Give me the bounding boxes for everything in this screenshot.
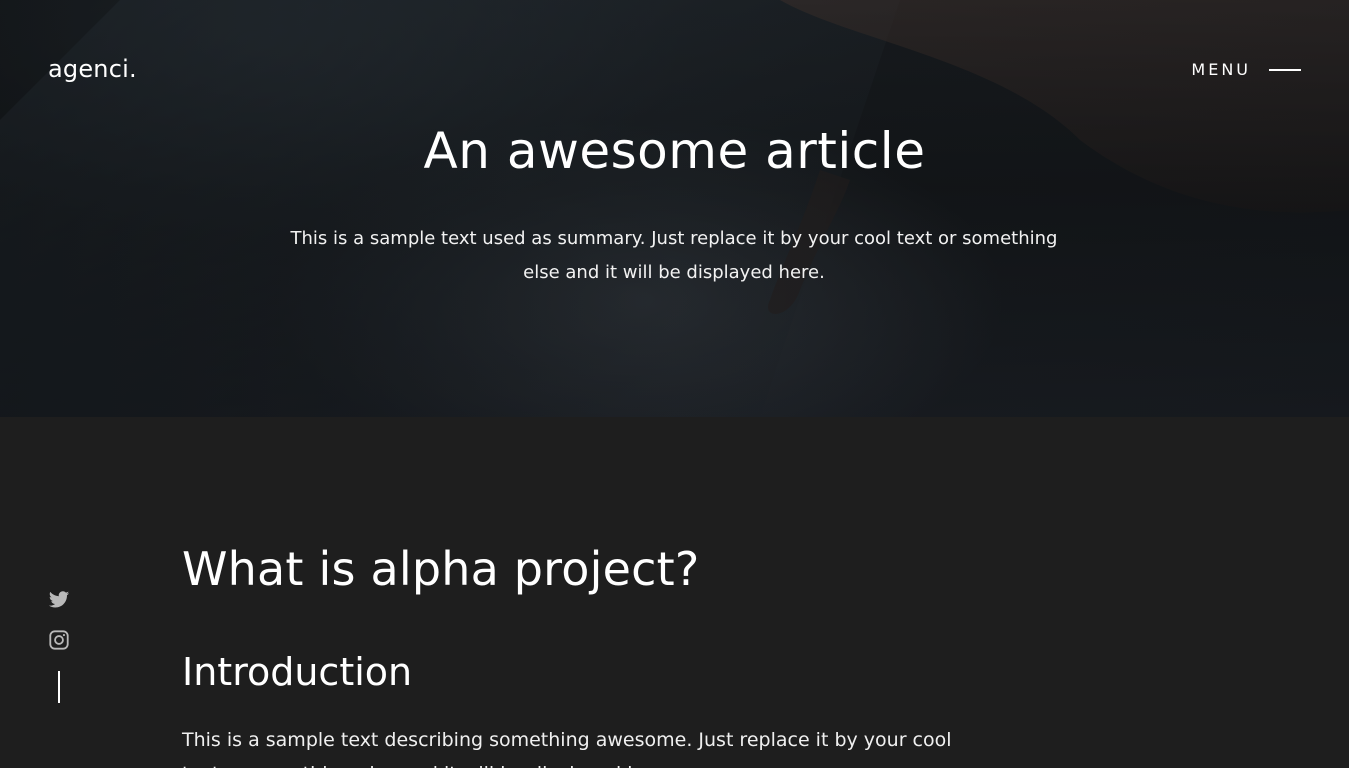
social-sidebar — [48, 589, 70, 703]
instagram-link[interactable] — [48, 629, 70, 651]
hero-banner: agenci. MENU An awesome article This is … — [0, 0, 1349, 417]
hero-summary: This is a sample text used as summary. J… — [290, 228, 1058, 283]
article-paragraph: This is a sample text describing somethi… — [182, 729, 952, 768]
twitter-link[interactable] — [48, 589, 70, 611]
instagram-icon — [49, 630, 69, 650]
page: agenci. MENU An awesome article This is … — [0, 0, 1349, 768]
hero-overlay — [0, 0, 1349, 417]
article-heading: What is alpha project? — [182, 542, 700, 596]
article-subheading: Introduction — [182, 650, 413, 694]
logo[interactable]: agenci. — [48, 55, 137, 83]
social-divider-line — [58, 671, 60, 703]
hero-title: An awesome article — [423, 122, 926, 180]
menu-button[interactable]: MENU — [1191, 60, 1301, 79]
article-content: What is alpha project? Introduction This… — [0, 417, 1349, 768]
menu-label: MENU — [1191, 60, 1251, 79]
twitter-icon — [48, 591, 70, 608]
menu-line-icon — [1269, 68, 1301, 71]
